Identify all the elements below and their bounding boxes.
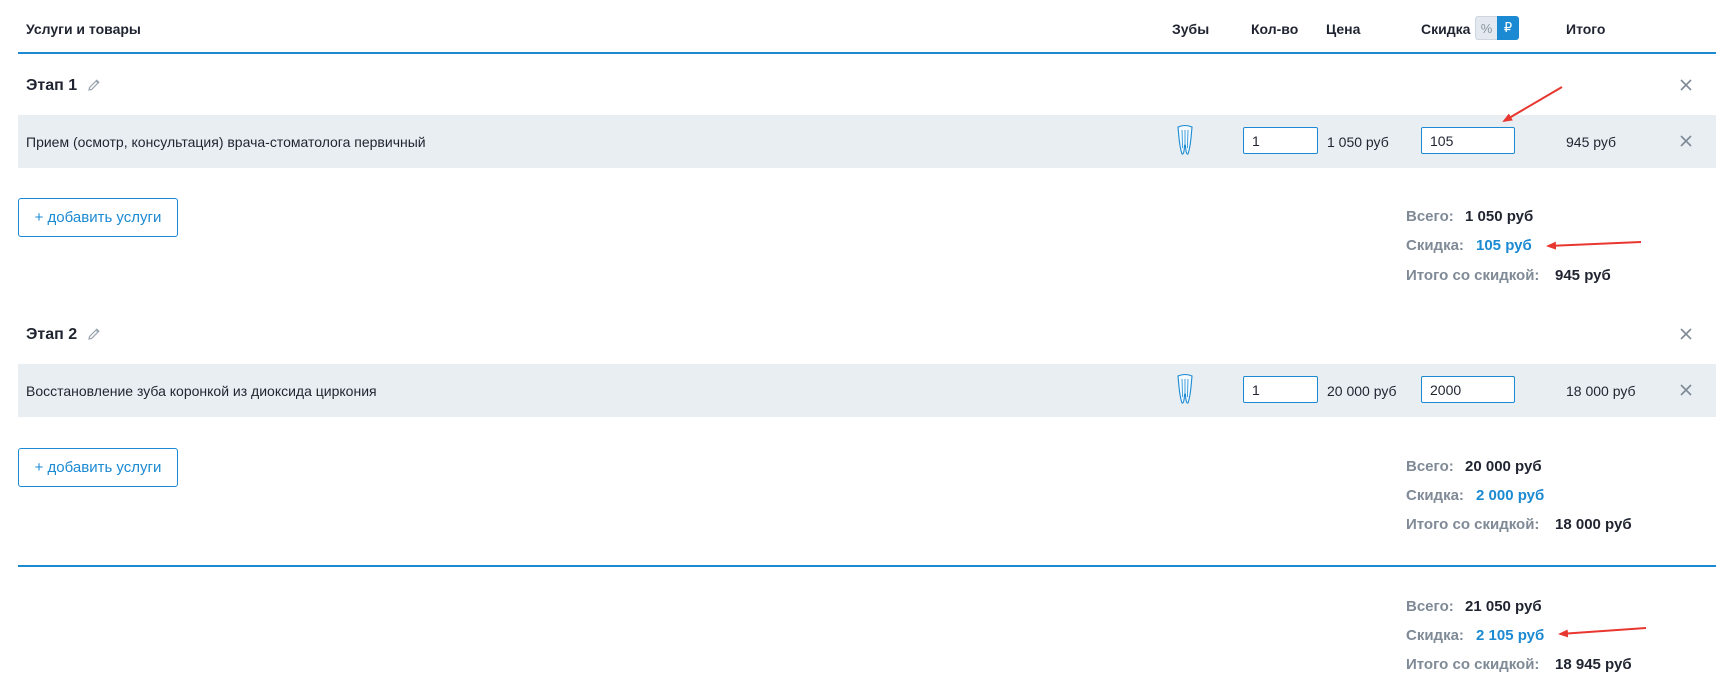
annotation-arrow xyxy=(1546,241,1642,250)
annotation-arrow xyxy=(1502,86,1563,123)
annotation-arrows xyxy=(1502,86,1647,638)
annotation-arrow xyxy=(1558,627,1647,638)
